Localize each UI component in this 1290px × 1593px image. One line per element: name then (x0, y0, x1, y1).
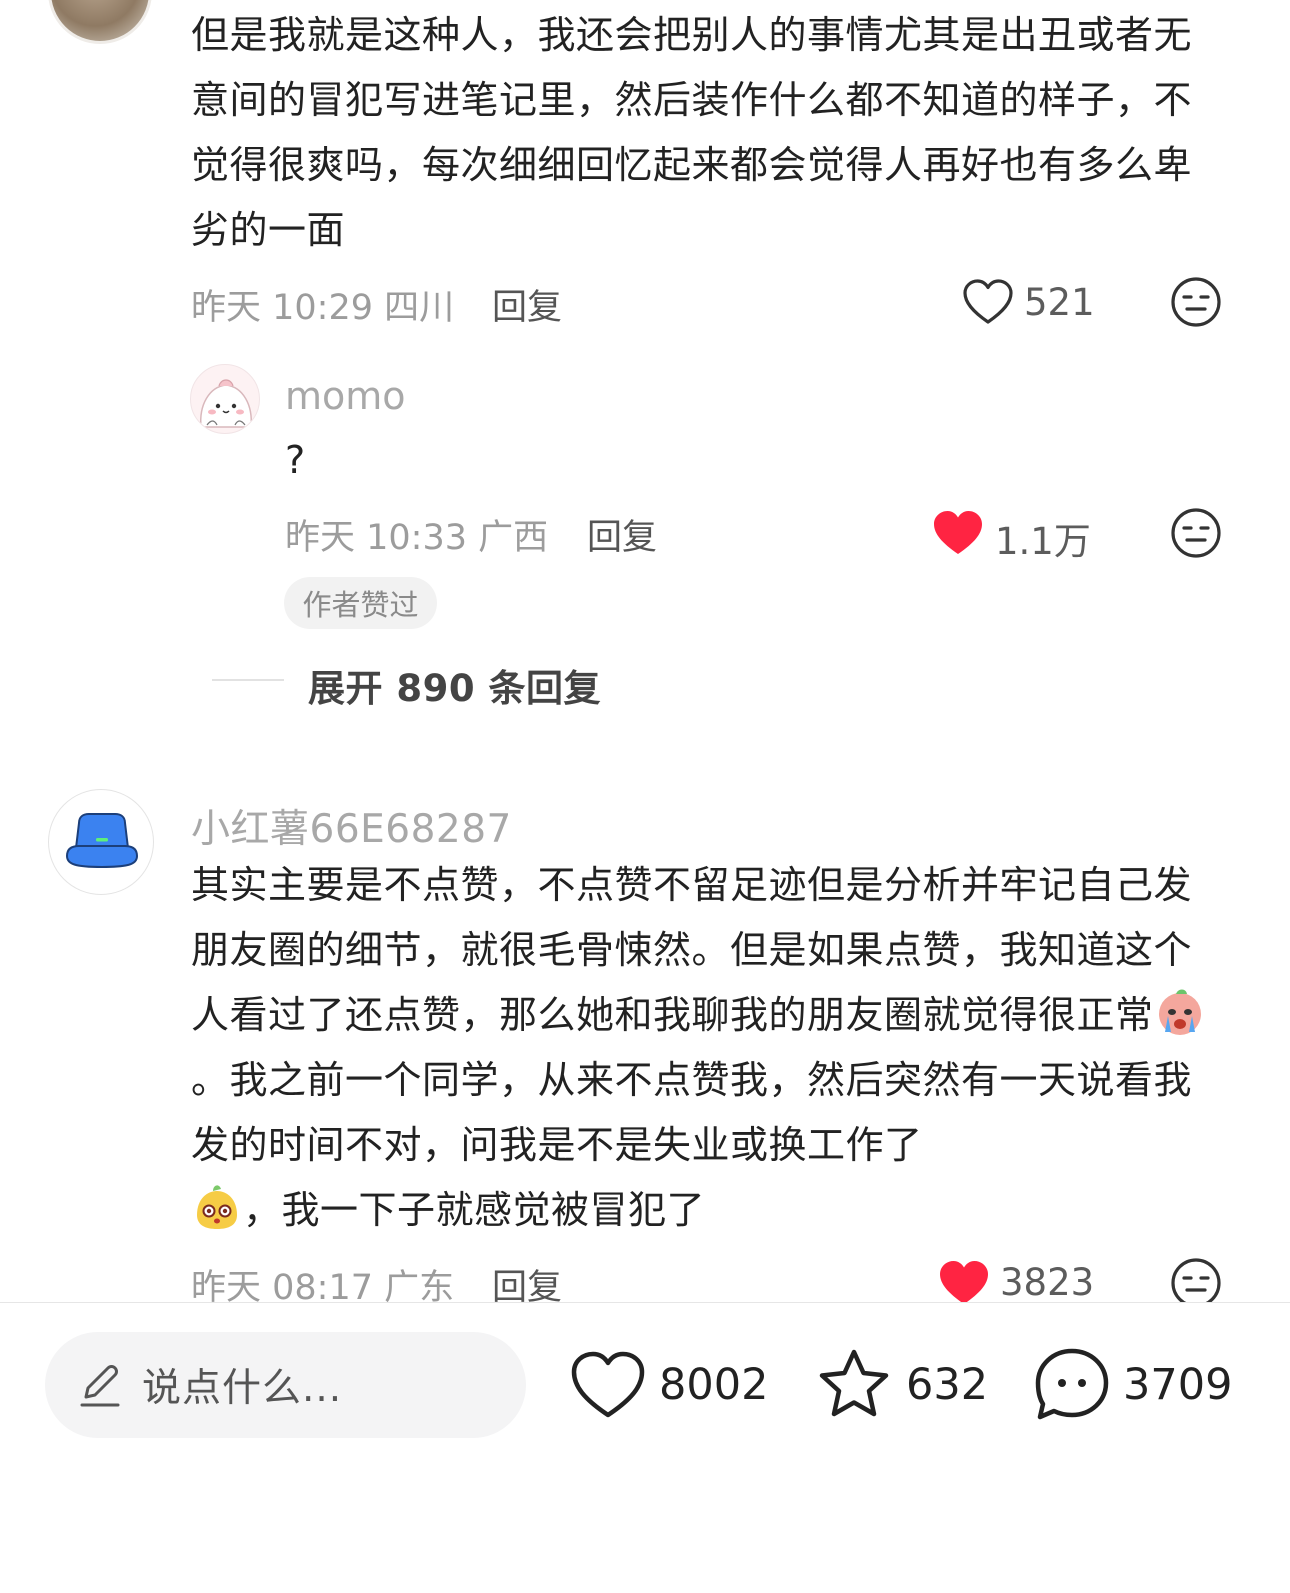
reply-meta: 昨天 10:33 广西 (285, 509, 548, 560)
star-outline-icon (819, 1349, 889, 1417)
chat-bubble-icon (1035, 1348, 1109, 1420)
crying-face-emoji (1158, 989, 1201, 1035)
heart-filled-icon (940, 1261, 988, 1304)
commenter-avatar[interactable] (48, 0, 152, 44)
dislike-button[interactable] (1170, 276, 1222, 328)
commenter-avatar[interactable] (48, 789, 154, 895)
comment-meta: 昨天 10:29 四川 (191, 279, 454, 330)
post-like-count: 8002 (659, 1360, 769, 1410)
post-collect-count: 632 (906, 1360, 989, 1410)
reply-time: 昨天 10:33 (285, 518, 467, 558)
comment-input-placeholder: 说点什么... (142, 1366, 343, 1411)
bottom-bar-divider (0, 1302, 1290, 1303)
meh-face-icon (1171, 277, 1221, 327)
surprised-face-emoji (197, 1185, 237, 1229)
like-count: 521 (1024, 281, 1095, 324)
meh-face-icon (1171, 508, 1221, 558)
expand-replies-button[interactable]: 展开 890 条回复 (308, 658, 601, 712)
like-button[interactable] (932, 509, 984, 557)
comment-text-part: 其实主要是不点赞，不点赞不留足迹但是分析并牢记自己发朋友圈的细节，就很毛骨悚然。… (191, 863, 1193, 1037)
dislike-button[interactable] (1170, 507, 1222, 559)
post-like-button[interactable] (570, 1350, 646, 1420)
like-count: 3823 (1000, 1261, 1095, 1304)
reply-username[interactable]: momo (285, 374, 406, 418)
cute-character-avatar-icon (200, 379, 252, 428)
like-count: 1.1万 (995, 520, 1091, 563)
author-liked-badge: 作者赞过 (284, 577, 437, 629)
comment-time: 昨天 10:29 (191, 288, 373, 328)
post-collect-button[interactable] (816, 1347, 892, 1423)
commenter-username[interactable]: 小红薯66E68287 (191, 798, 512, 854)
reply-button[interactable]: 回复 (492, 279, 562, 330)
post-comment-count: 3709 (1123, 1360, 1233, 1410)
like-button[interactable] (938, 1259, 990, 1307)
heart-outline-icon (571, 1351, 645, 1418)
post-comment-button[interactable] (1033, 1346, 1111, 1424)
like-button[interactable] (962, 278, 1014, 326)
reply-text: ? (285, 438, 306, 482)
comment-input[interactable]: 说点什么... (45, 1332, 526, 1438)
blue-bucket-hat-icon (65, 813, 139, 869)
heart-filled-icon (934, 511, 982, 554)
reply-avatar[interactable] (190, 364, 260, 434)
reply-location: 广西 (478, 518, 549, 558)
comment-text: 其实主要是不点赞，不点赞不留足迹但是分析并牢记自己发朋友圈的细节，就很毛骨悚然。… (191, 853, 1221, 1243)
comment-text-part: 。我之前一个同学，从来不点赞我，然后突然有一天说看我发的时间不对，问我是不是失业… (191, 1058, 1193, 1167)
heart-outline-icon (963, 279, 1013, 324)
comment-location: 四川 (384, 288, 455, 328)
comment-text: 但是我就是这种人，我还会把别人的事情尤其是出丑或者无意间的冒犯写进笔记里，然后装… (191, 13, 1193, 252)
comment-text-part: ，我一下子就感觉被冒犯了 (243, 1188, 706, 1232)
pencil-icon (80, 1365, 120, 1407)
reply-button[interactable]: 回复 (587, 509, 657, 560)
expand-divider (212, 679, 284, 681)
